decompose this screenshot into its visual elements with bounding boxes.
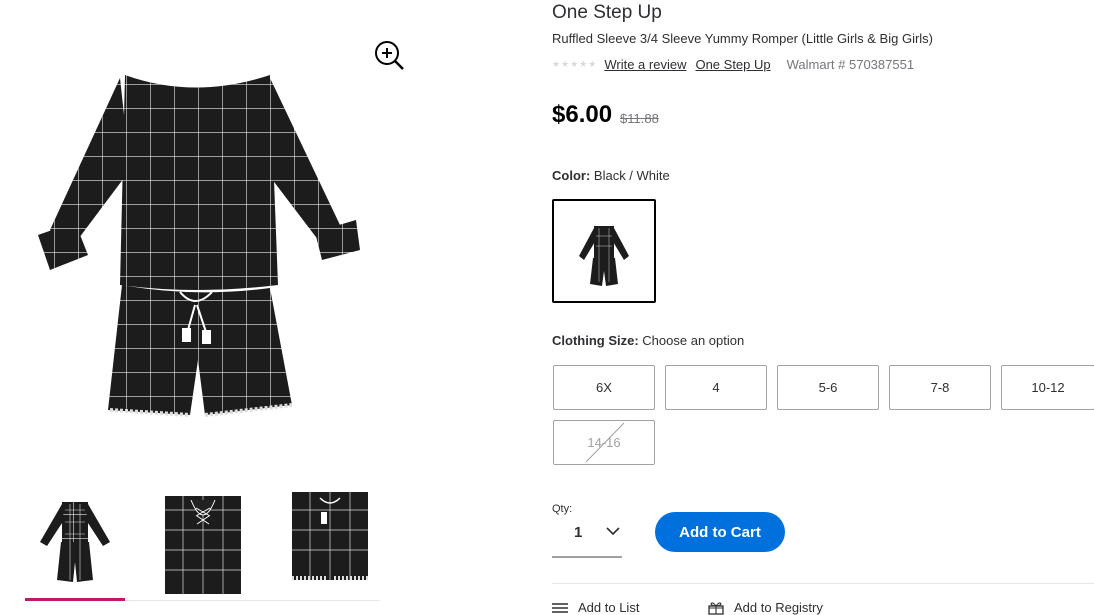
section-divider bbox=[552, 583, 1094, 584]
size-option-5-6[interactable]: 5-6 bbox=[777, 365, 879, 410]
size-option-10-12[interactable]: 10-12 bbox=[1001, 365, 1094, 410]
rating-row: ★★★★★ Write a review One Step Up Walmart… bbox=[552, 55, 914, 73]
size-value: Choose an option bbox=[642, 333, 745, 348]
size-option-4[interactable]: 4 bbox=[665, 365, 767, 410]
color-value: Black / White bbox=[593, 168, 670, 183]
add-to-registry-label: Add to Registry bbox=[734, 600, 823, 615]
add-to-list-button[interactable]: Add to List bbox=[552, 600, 639, 615]
current-price: $6.00 bbox=[552, 101, 613, 128]
main-product-image bbox=[30, 60, 370, 440]
thumbnail-back-detail[interactable] bbox=[163, 490, 263, 594]
add-to-cart-button[interactable]: Add to Cart bbox=[655, 512, 785, 552]
thumbnail-front[interactable] bbox=[25, 490, 125, 594]
color-swatch-black-white[interactable] bbox=[552, 199, 656, 303]
thumbnail-shorts-detail[interactable] bbox=[290, 490, 390, 594]
brand-title: One Step Up bbox=[552, 2, 662, 23]
qty-value: 1 bbox=[574, 524, 583, 541]
product-name: Ruffled Sleeve 3/4 Sleeve Yummy Romper (… bbox=[552, 31, 933, 46]
was-price: $11.88 bbox=[620, 111, 659, 126]
qty-select[interactable]: 1 bbox=[552, 512, 622, 558]
color-label: Color: Black / White bbox=[552, 168, 670, 183]
gift-icon bbox=[708, 601, 724, 615]
add-to-registry-button[interactable]: Add to Registry bbox=[708, 600, 823, 615]
size-option-6x[interactable]: 6X bbox=[553, 365, 655, 410]
brand-link[interactable]: One Step Up bbox=[695, 57, 770, 72]
zoom-in-icon[interactable] bbox=[372, 38, 406, 72]
write-review-link[interactable]: Write a review bbox=[604, 57, 686, 72]
size-option-14-16-unavailable: 14-16 bbox=[553, 420, 655, 465]
walmart-number: Walmart # 570387551 bbox=[786, 56, 915, 72]
thumbnail-active-indicator bbox=[25, 598, 125, 601]
chevron-down-icon bbox=[606, 527, 620, 536]
size-option-7-8[interactable]: 7-8 bbox=[889, 365, 991, 410]
unavailable-strike-icon bbox=[585, 422, 625, 463]
size-label: Clothing Size: Choose an option bbox=[552, 333, 744, 348]
rating-stars: ★★★★★ bbox=[552, 58, 598, 69]
color-label-title: Color: bbox=[552, 168, 591, 183]
add-to-list-label: Add to List bbox=[578, 600, 640, 615]
size-label-title: Clothing Size: bbox=[552, 333, 639, 348]
